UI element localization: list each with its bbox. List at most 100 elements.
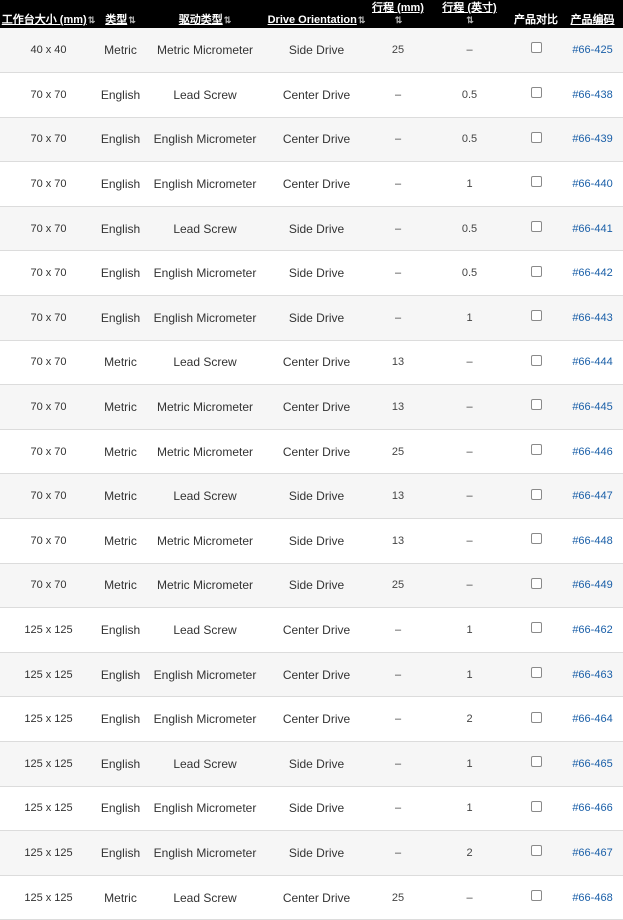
compare-checkbox[interactable] (530, 399, 542, 411)
product-code-link[interactable]: #66-443 (562, 296, 623, 341)
sort-icon: ⇅ (357, 15, 366, 25)
col-header-type[interactable]: 类型⇅ (97, 0, 144, 28)
product-code-link[interactable]: #66-466 (562, 786, 623, 831)
cell-travel-mm: – (394, 802, 402, 815)
product-code-link[interactable]: #66-462 (562, 608, 623, 653)
cell-type: English (100, 756, 141, 771)
sort-icon: ⇅ (128, 15, 136, 25)
cell-travel-mm: – (394, 757, 402, 770)
table-row: 70 x 70 Metric Metric Micrometer Center Dri… (0, 429, 623, 474)
compare-checkbox[interactable] (530, 622, 542, 634)
col-header-code[interactable]: 产品编码 (562, 0, 623, 28)
compare-checkbox[interactable] (530, 800, 542, 812)
compare-checkbox[interactable] (530, 488, 542, 500)
compare-checkbox[interactable] (530, 711, 542, 723)
product-code-link[interactable]: #66-467 (562, 831, 623, 876)
cell-travel-in: 2 (466, 713, 473, 726)
compare-checkbox[interactable] (530, 221, 542, 232)
product-code-link[interactable]: #66-448 (562, 519, 623, 564)
product-code-link[interactable]: #66-445 (562, 385, 623, 430)
cell-travel-in: 0.5 (461, 222, 478, 235)
col-header-size[interactable]: 工作台大小 (mm)⇅ (0, 0, 97, 28)
cell-orientation: Center Drive (282, 667, 351, 682)
compare-checkbox[interactable] (530, 533, 542, 545)
col-header-orientation[interactable]: Drive Orientation⇅ (266, 0, 367, 28)
cell-type: Metric (104, 578, 137, 593)
table-row: 70 x 70 Metric Lead Screw Side Drive 13 – #66-… (0, 473, 623, 519)
cell-compare (510, 786, 562, 831)
cell-orientation: Side Drive (288, 310, 345, 325)
product-code-link[interactable]: #66-449 (562, 563, 623, 608)
cell-type: Metric (104, 489, 137, 504)
col-header-travel-mm[interactable]: 行程 (mm) ⇅ (367, 0, 429, 28)
cell-travel-mm: – (394, 846, 402, 859)
cell-orientation: Side Drive (288, 221, 345, 236)
cell-orientation: Side Drive (288, 489, 345, 504)
cell-size: 70 x 70 (30, 356, 67, 369)
compare-checkbox[interactable] (530, 443, 542, 455)
product-code-link[interactable]: #66-444 (562, 340, 623, 385)
cell-travel-in: 1 (466, 178, 473, 191)
cell-size: 125 x 125 (24, 846, 73, 859)
product-code-link[interactable]: #66-442 (562, 251, 623, 296)
cell-size: 70 x 70 (30, 401, 67, 414)
cell-compare (510, 117, 562, 162)
cell-compare (510, 251, 562, 296)
table-body: 40 x 40 Metric Metric Micrometer Side Drive… (0, 28, 623, 920)
cell-type: English (100, 177, 141, 192)
cell-orientation: Center Drive (282, 712, 351, 727)
compare-checkbox[interactable] (530, 354, 542, 366)
cell-orientation: Center Drive (282, 177, 351, 192)
table-row: 70 x 70 English English Micrometer Side Dri… (0, 295, 623, 341)
compare-checkbox[interactable] (530, 131, 542, 143)
compare-checkbox[interactable] (530, 845, 542, 857)
cell-travel-in: 1 (466, 668, 473, 681)
compare-checkbox[interactable] (530, 889, 542, 901)
compare-checkbox[interactable] (530, 87, 542, 99)
product-code-link[interactable]: #66-468 (562, 875, 623, 920)
cell-size: 125 x 125 (24, 802, 73, 815)
cell-orientation: Center Drive (282, 623, 351, 638)
compare-checkbox[interactable] (530, 756, 542, 768)
cell-drive-type: Lead Screw (173, 890, 237, 905)
compare-checkbox[interactable] (530, 265, 542, 277)
cell-compare (510, 73, 562, 118)
compare-checkbox[interactable] (530, 310, 542, 322)
compare-checkbox[interactable] (530, 42, 542, 54)
cell-type: English (100, 221, 141, 236)
cell-compare (510, 652, 562, 697)
cell-compare (510, 28, 562, 73)
compare-checkbox[interactable] (530, 577, 542, 589)
compare-checkbox[interactable] (530, 176, 542, 188)
cell-drive-type: English Micrometer (153, 177, 257, 192)
cell-travel-mm: 13 (391, 401, 405, 414)
cell-size: 70 x 70 (30, 445, 67, 458)
product-code-link[interactable]: #66-464 (562, 697, 623, 742)
cell-compare (510, 429, 562, 474)
cell-travel-in: – (466, 579, 473, 592)
cell-compare (510, 385, 562, 430)
cell-size: 125 x 125 (24, 624, 73, 637)
product-code-link[interactable]: #66-439 (562, 117, 623, 162)
cell-drive-type: Metric Micrometer (156, 444, 253, 459)
cell-travel-in: 0.5 (461, 88, 478, 101)
product-code-link[interactable]: #66-441 (562, 206, 623, 251)
product-code-link[interactable]: #66-465 (562, 742, 623, 787)
cell-compare (510, 296, 562, 341)
product-code-link[interactable]: #66-440 (562, 162, 623, 207)
col-header-drive-type[interactable]: 驱动类型⇅ (144, 0, 266, 28)
compare-checkbox[interactable] (530, 666, 542, 678)
col-header-compare: 产品对比 (510, 0, 562, 28)
product-code-link[interactable]: #66-438 (562, 73, 623, 118)
col-header-travel-in[interactable]: 行程 (英寸) ⇅ (429, 0, 510, 28)
table-row: 125 x 125 English English Micrometer Side D… (0, 786, 623, 831)
cell-drive-type: Metric Micrometer (156, 400, 253, 415)
product-code-link[interactable]: #66-447 (562, 474, 623, 519)
product-code-link[interactable]: #66-463 (562, 652, 623, 697)
cell-size: 70 x 70 (30, 579, 67, 592)
product-code-link[interactable]: #66-425 (562, 28, 623, 73)
cell-orientation: Center Drive (282, 87, 351, 102)
cell-compare (510, 474, 562, 519)
cell-travel-mm: 25 (391, 891, 405, 904)
product-code-link[interactable]: #66-446 (562, 429, 623, 474)
